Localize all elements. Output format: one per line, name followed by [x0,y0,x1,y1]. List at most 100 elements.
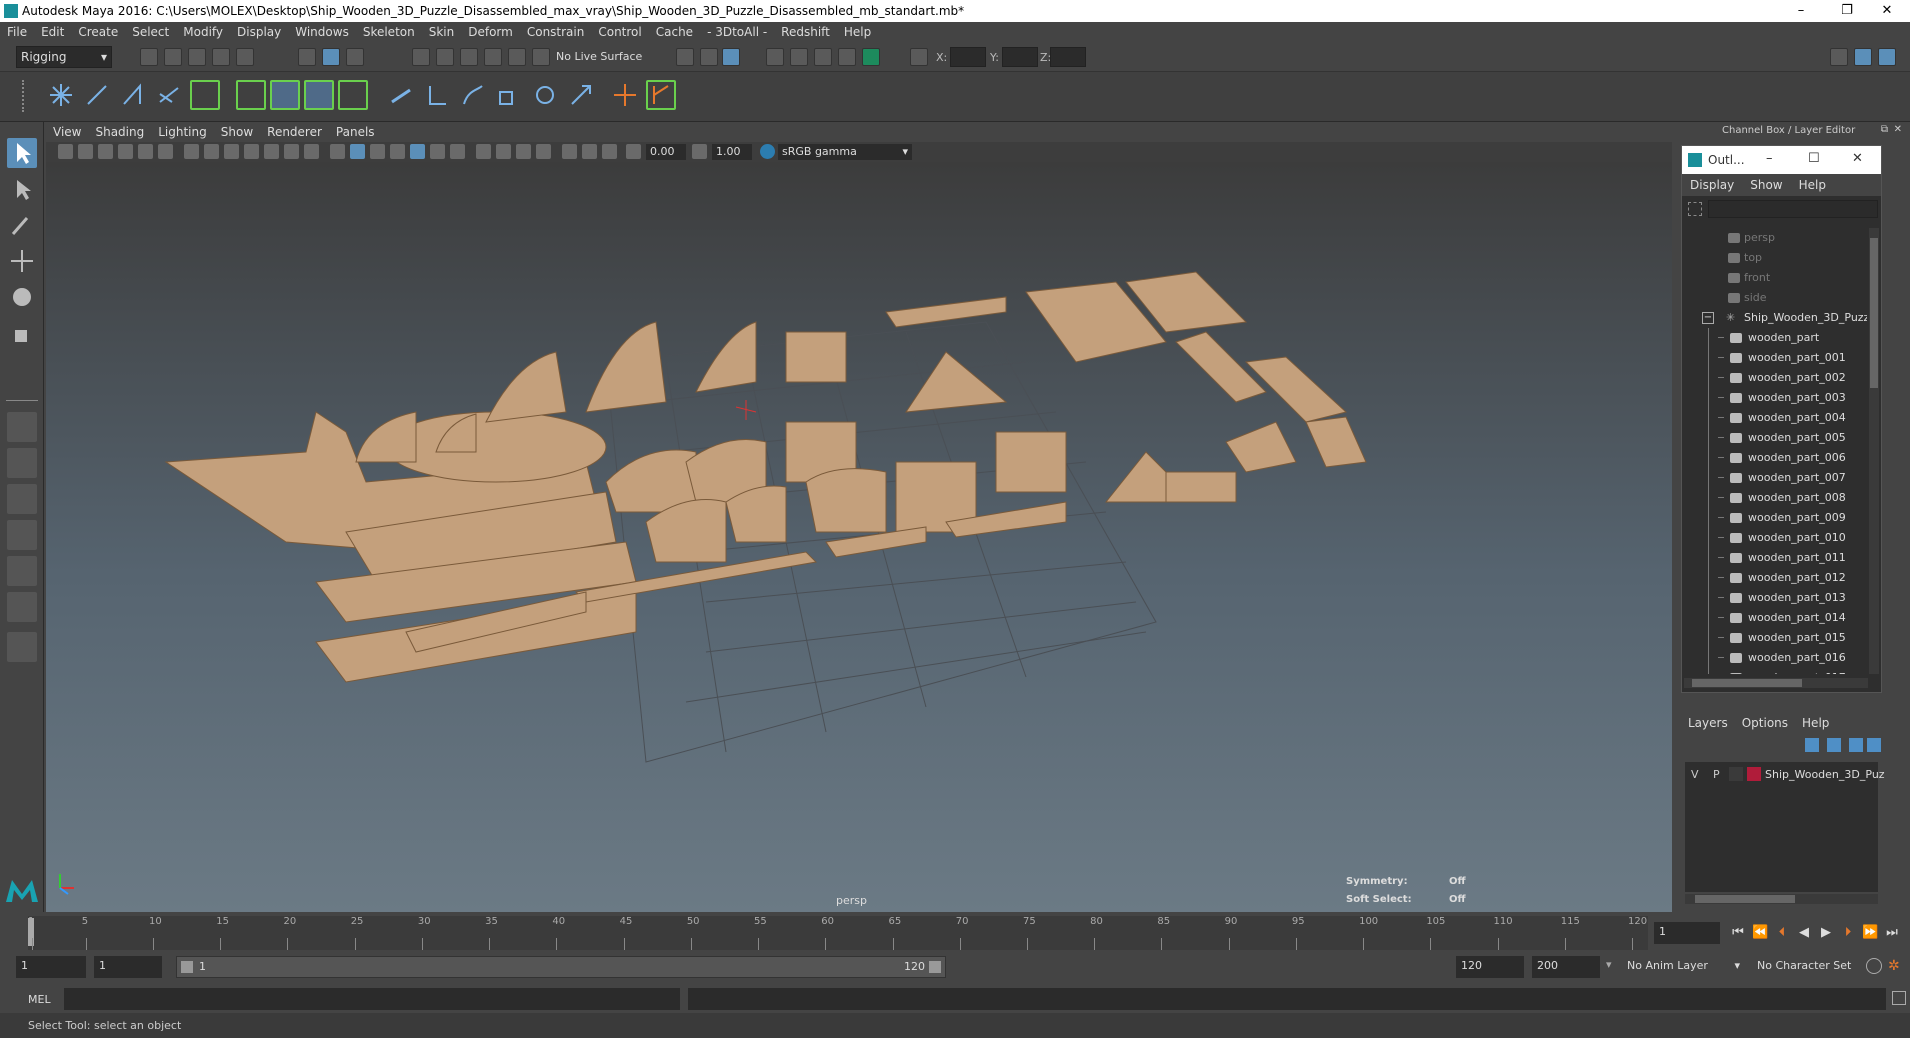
film-gate-icon[interactable] [204,144,219,159]
vp-menu-view[interactable]: View [46,122,88,142]
outliner-item[interactable]: wooden_part_003 [1682,388,1867,408]
lattice-icon[interactable] [236,80,266,110]
move-layer-up-icon[interactable] [1805,738,1819,752]
outliner-item[interactable]: wooden_part_001 [1682,348,1867,368]
undo-icon[interactable] [212,48,230,66]
grid-icon[interactable] [184,144,199,159]
outliner-menu-help[interactable]: Help [1791,174,1834,196]
scroll-thumb[interactable] [1870,238,1878,388]
outliner-item[interactable]: wooden_part_010 [1682,528,1867,548]
auto-key-icon[interactable] [1866,958,1882,974]
animation-start-field[interactable]: 1 [16,956,86,978]
layer-horizontal-scrollbar[interactable] [1685,894,1878,904]
menu-edit[interactable]: Edit [34,22,71,42]
menu-redshift[interactable]: Redshift [774,22,837,42]
camera-attributes-icon[interactable] [78,144,93,159]
vp-menu-show[interactable]: Show [214,122,260,142]
playback-end-field[interactable]: 120 [1456,956,1524,978]
select-object-icon[interactable] [322,48,340,66]
textured-icon[interactable] [390,144,405,159]
x-field[interactable] [950,47,986,67]
menu-set-dropdown[interactable]: Rigging ▾ [16,46,112,68]
color-management-icon[interactable] [760,144,775,159]
outliner-item[interactable]: wooden_part_011 [1682,548,1867,568]
command-input[interactable] [64,988,680,1010]
outliner-menu-show[interactable]: Show [1742,174,1790,196]
outliner-item[interactable]: wooden_part_009 [1682,508,1867,528]
outliner-item[interactable]: wooden_part_013 [1682,588,1867,608]
outliner-item[interactable]: wooden_part_015 [1682,628,1867,648]
menu-skin[interactable]: Skin [422,22,462,42]
scale-tool-icon[interactable] [7,318,37,348]
rotate-tool-icon[interactable] [7,282,37,312]
go-to-start-icon[interactable]: ⏮ [1730,925,1746,941]
constraint-icon[interactable] [190,80,220,110]
new-layer-icon[interactable] [1849,738,1863,752]
redo-icon[interactable] [236,48,254,66]
move-tool-icon[interactable] [7,246,37,276]
hypershade-icon[interactable] [862,48,880,66]
menu-modify[interactable]: Modify [176,22,230,42]
transform-mode-icon[interactable] [910,48,928,66]
skin-bind-icon[interactable] [154,80,184,110]
move-layer-down-icon[interactable] [1827,738,1841,752]
grease-pencil-icon[interactable] [158,144,173,159]
scroll-thumb[interactable] [1692,679,1802,687]
outliner-menu-display[interactable]: Display [1682,174,1742,196]
aim-constraint-icon[interactable] [530,80,560,110]
wireframe-icon[interactable] [330,144,345,159]
layers-menu-help[interactable]: Help [1795,712,1836,734]
select-hierarchy-icon[interactable] [298,48,316,66]
safe-action-icon[interactable] [284,144,299,159]
vp-menu-renderer[interactable]: Renderer [260,122,329,142]
outliner-item[interactable]: wooden_part [1682,328,1867,348]
select-component-icon[interactable] [346,48,364,66]
outliner-search-input[interactable] [1708,200,1878,218]
use-all-lights-icon[interactable] [410,144,425,159]
orient-constraint-icon[interactable] [458,80,488,110]
snap-grid-icon[interactable] [412,48,430,66]
menu-select[interactable]: Select [125,22,176,42]
menu-control[interactable]: Control [591,22,648,42]
render-frame-icon[interactable] [790,48,808,66]
new-scene-icon[interactable] [140,48,158,66]
outliner-item[interactable]: wooden_part_004 [1682,408,1867,428]
outliner-layout-icon[interactable] [7,592,37,622]
image-plane-icon[interactable] [118,144,133,159]
single-perspective-layout-icon[interactable] [7,412,37,442]
layer-visibility-toggle[interactable]: V [1691,768,1699,781]
open-scene-icon[interactable] [164,48,182,66]
exposure-field[interactable]: 0.00 [646,144,686,160]
blend-shape-icon[interactable] [338,80,368,110]
z-field[interactable] [1050,47,1086,67]
render-settings-icon[interactable] [838,48,856,66]
new-layer-from-selected-icon[interactable] [1867,738,1881,752]
character-set-dropdown[interactable]: No Character Set [1752,956,1864,978]
screen-space-ao-icon[interactable] [450,144,465,159]
lasso-tool-icon[interactable] [7,174,37,204]
outliner-vertical-scrollbar[interactable] [1869,228,1879,674]
time-slider[interactable]: 1 5 10 15 20 25 30 35 40 45 50 55 60 65 70 75 80 85 90 95 10… [0,912,1910,954]
script-language-toggle[interactable]: MEL [28,993,51,1006]
script-editor-icon[interactable] [1892,991,1906,1005]
snap-view-plane-icon[interactable] [484,48,502,66]
collapse-icon[interactable]: − [1702,312,1714,324]
menu-deform[interactable]: Deform [461,22,520,42]
outliner-item[interactable]: wooden_part_012 [1682,568,1867,588]
shadows-icon[interactable] [430,144,445,159]
menu-windows[interactable]: Windows [288,22,356,42]
exposure-icon[interactable] [626,144,641,159]
time-slider-track[interactable]: 1 5 10 15 20 25 30 35 40 45 50 55 60 65 70 75 80 85 90 95 10… [28,916,1648,950]
bookmark-icon[interactable] [98,144,113,159]
select-tool-icon[interactable] [7,138,37,168]
menu-help[interactable]: Help [837,22,878,42]
hypershade-layout-icon[interactable] [7,556,37,586]
ik-spline-icon[interactable] [118,80,148,110]
parent-constraint-icon[interactable] [386,80,416,110]
perspective-viewport[interactable]: Symmetry: Off Soft Select: Off persp [46,162,1672,912]
range-end-handle[interactable] [929,961,941,973]
smooth-shade-icon[interactable] [350,144,365,159]
view-transform-dropdown[interactable]: sRGB gamma ▾ [778,144,912,160]
output-ops-icon[interactable] [700,48,718,66]
menu-skeleton[interactable]: Skeleton [356,22,422,42]
